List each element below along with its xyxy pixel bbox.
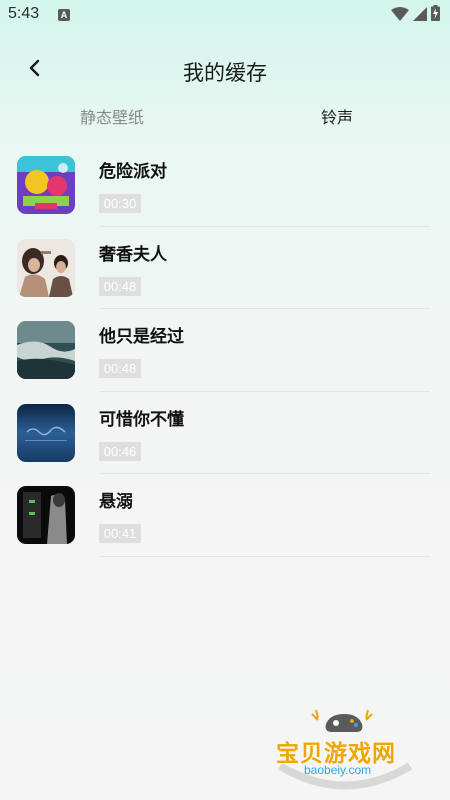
- tab-ringtone[interactable]: 铃声: [321, 104, 353, 128]
- list-item[interactable]: 奢香夫人 00:48: [0, 231, 450, 314]
- item-title: 他只是经过: [99, 327, 184, 347]
- divider: [99, 308, 430, 309]
- header: 我的缓存: [0, 45, 450, 95]
- list-item[interactable]: 危险派对 00:30: [0, 148, 450, 231]
- cover-image: [17, 156, 75, 214]
- status-time: 5:43: [8, 5, 40, 22]
- item-title: 悬溺: [99, 492, 133, 512]
- divider: [99, 390, 430, 392]
- tab-bar: 静态壁纸 铃声: [0, 100, 450, 130]
- battery-charging-icon: [431, 5, 440, 25]
- notification-a-icon: A: [58, 9, 70, 21]
- list-item[interactable]: 可惜你不懂 00:46: [0, 396, 450, 479]
- cover-image: [17, 486, 75, 544]
- divider: [99, 225, 430, 227]
- item-title: 可惜你不懂: [99, 409, 184, 430]
- divider: [99, 555, 430, 557]
- list-item[interactable]: 悬溺 00:41: [0, 478, 450, 561]
- status-bar: 5:43 A: [0, 0, 450, 30]
- ringtone-list: 危险派对 00:30 奢香夫人 00:48 他只是经过 00:48 可惜你不懂 …: [0, 148, 450, 561]
- duration-badge: 00:46: [99, 441, 141, 461]
- watermark-logo: 宝贝游戏网 baobeiy.com: [270, 700, 420, 795]
- cover-image: [17, 321, 75, 379]
- signal-icon: [413, 6, 427, 25]
- duration-badge: 00:48: [99, 276, 141, 296]
- tab-static-wallpaper[interactable]: 静态壁纸: [80, 104, 144, 128]
- item-title: 危险派对: [99, 162, 167, 182]
- divider: [99, 473, 430, 474]
- duration-badge: 00:41: [99, 524, 141, 543]
- list-item[interactable]: 他只是经过 00:48: [0, 313, 450, 396]
- item-title: 奢香夫人: [99, 244, 167, 265]
- watermark-domain: baobeiy.com: [304, 763, 372, 777]
- cover-image: [17, 403, 75, 462]
- duration-badge: 00:30: [99, 194, 141, 213]
- status-icons: [391, 5, 440, 25]
- page-title: 我的缓存: [183, 61, 267, 85]
- cover-image: [17, 238, 75, 297]
- wifi-icon: [391, 6, 409, 25]
- duration-badge: 00:48: [99, 359, 141, 378]
